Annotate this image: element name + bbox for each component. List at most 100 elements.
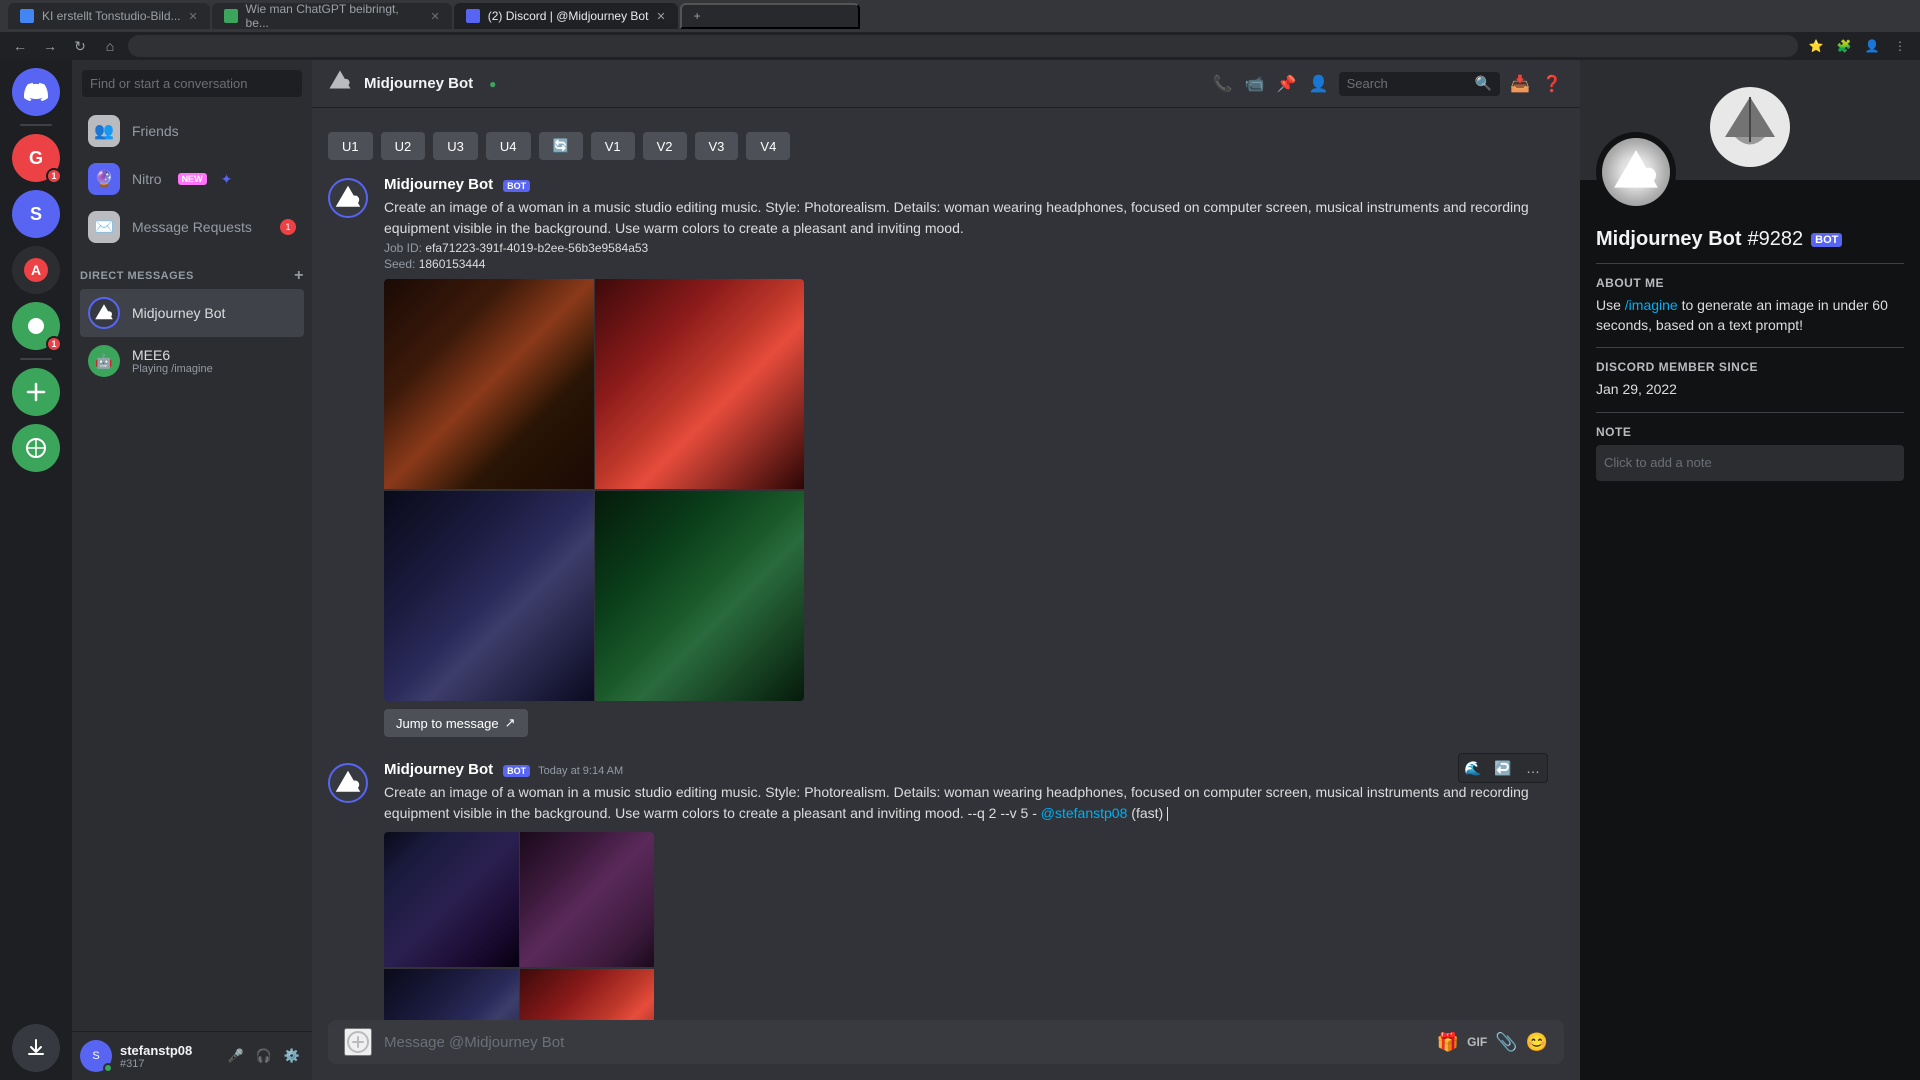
gift-button[interactable]: 🎁 [1437,1032,1459,1053]
add-friend-button[interactable]: 👤 [1307,72,1331,96]
tab-close-1[interactable]: ✕ [189,10,198,23]
download-button[interactable] [12,1024,60,1072]
upscale-u2-button[interactable]: U2 [381,132,426,160]
message-group-2: Midjourney Bot BOT Today at 9:14 AM Crea… [328,757,1564,1020]
search-bar: 🔍 [1339,72,1500,96]
dm-item-mee6[interactable]: 🤖 MEE6 Playing /imagine [80,337,304,385]
forward-button[interactable]: → [38,34,62,58]
server-icon-home[interactable] [12,68,60,116]
friends-label: Friends [132,123,179,139]
server-icon-1[interactable]: G 1 [12,134,60,182]
chat-header: Midjourney Bot ● 📞 📹 📌 👤 🔍 📥 ❓ [312,60,1580,108]
call-button[interactable]: 📞 [1211,72,1235,96]
emoji-button[interactable]: 😊 [1526,1032,1548,1053]
home-button[interactable]: ⌂ [98,34,122,58]
message-text-2: Create an image of a woman in a music st… [384,782,1564,824]
gif-button[interactable]: GIF [1467,1035,1487,1049]
variation-v2-button[interactable]: V2 [643,132,687,160]
extensions-button[interactable]: 🧩 [1832,34,1856,58]
server-badge-4: 1 [46,336,62,352]
pin-button[interactable]: 📌 [1275,72,1299,96]
header-actions: 📞 📹 📌 👤 🔍 📥 ❓ [1211,72,1564,96]
sidebar-item-nitro[interactable]: 🔮 Nitro NEW ✦ [80,155,304,203]
refresh-button[interactable]: 🔄 [539,132,583,160]
self-status-dot [103,1063,113,1073]
settings-button[interactable]: ⚙️ [280,1044,304,1068]
variation-v1-button[interactable]: V1 [591,132,635,160]
profile-discriminator: #9282 [1748,228,1804,251]
about-me-title: ABOUT ME [1596,276,1904,290]
server-separator [20,124,52,126]
add-server-button[interactable] [12,368,60,416]
headphones-button[interactable]: 🎧 [252,1044,276,1068]
help-button[interactable]: ❓ [1540,72,1564,96]
more-actions-button[interactable]: … [1519,754,1547,782]
browser-tab-bar: KI erstellt Tonstudio-Bild... ✕ Wie man … [0,0,1920,32]
tab-close-2[interactable]: ✕ [431,10,440,23]
note-input[interactable] [1596,445,1904,481]
image-cell-2-3 [384,969,519,1020]
variation-v4-button[interactable]: V4 [746,132,790,160]
midjourney-bot-avatar-2 [328,763,368,803]
search-input[interactable] [1347,76,1467,91]
mee6-name: MEE6 [132,347,213,363]
image-cell-2-2 [520,832,654,967]
browser-chrome: KI erstellt Tonstudio-Bild... ✕ Wie man … [0,0,1920,60]
variation-v3-button[interactable]: V3 [695,132,739,160]
jump-to-message-button[interactable]: Jump to message ↗ [384,709,528,737]
midjourney-bot-avatar-1 [328,178,368,218]
self-username: stefanstp08 [120,1043,216,1058]
reload-button[interactable]: ↻ [68,34,92,58]
dm-links-section: 👥 Friends 🔮 Nitro NEW ✦ ✉️ Message Reque… [72,107,312,251]
menu-button[interactable]: ⋮ [1888,34,1912,58]
profile-button[interactable]: 👤 [1860,34,1884,58]
message-text-1: Create an image of a woman in a music st… [384,197,1564,239]
browser-tab-2[interactable]: Wie man ChatGPT beibringt, be... ✕ [212,3,452,29]
bookmark-button[interactable]: ⭐ [1804,34,1828,58]
dm-search-input[interactable] [82,70,302,97]
sticker-button[interactable]: 📎 [1495,1032,1517,1053]
tab-favicon-3 [466,9,480,23]
video-button[interactable]: 📹 [1243,72,1267,96]
back-button[interactable]: ← [8,34,32,58]
jump-to-message-label: Jump to message [396,716,499,731]
self-user-actions: 🎤 🎧 ⚙️ [224,1044,304,1068]
dm-item-midjourney[interactable]: Midjourney Bot [80,289,304,337]
friends-icon: 👥 [88,115,120,147]
new-dm-button[interactable]: + [294,267,304,285]
seed-value: 1860153444 [419,257,486,271]
server-icon-4[interactable]: 1 [12,302,60,350]
server-icon-2[interactable]: S [12,190,60,238]
mee6-status: Playing /imagine [132,363,213,375]
tab-close-3[interactable]: ✕ [656,10,665,23]
sidebar-item-friends[interactable]: 👥 Friends [80,107,304,155]
url-bar[interactable]: discord.com/channels/@me/106344374919731… [128,35,1798,57]
mention-link[interactable]: @stefanstp08 [1041,805,1128,821]
tab-label-2: Wie man ChatGPT beibringt, be... [246,2,423,30]
inbox-button[interactable]: 📥 [1508,72,1532,96]
upscale-u1-button[interactable]: U1 [328,132,373,160]
sidebar-item-message-requests[interactable]: ✉️ Message Requests 1 [80,203,304,251]
mee6-avatar: 🤖 [88,345,120,377]
upscale-u4-button[interactable]: U4 [486,132,531,160]
bot-badge-2: BOT [503,765,530,777]
new-tab-button[interactable]: + [680,3,860,29]
browser-tab-3[interactable]: (2) Discord | @Midjourney Bot ✕ [454,3,678,29]
react-button[interactable]: 🌊 [1459,754,1487,782]
upscale-u3-button[interactable]: U3 [433,132,478,160]
dm-channel-icon [328,69,352,98]
server-icon-3[interactable]: A [12,246,60,294]
explore-servers-button[interactable] [12,424,60,472]
reply-button[interactable]: ↩️ [1489,754,1517,782]
message-input-area: 🎁 GIF 📎 😊 [312,1020,1580,1080]
download-icon-container [12,1024,60,1072]
dm-search-container [72,60,312,107]
imagine-command-link[interactable]: /imagine [1625,297,1678,313]
microphone-button[interactable]: 🎤 [224,1044,248,1068]
attach-button[interactable] [344,1028,372,1056]
image-grid-1 [384,279,804,701]
browser-tab-1[interactable]: KI erstellt Tonstudio-Bild... ✕ [8,3,210,29]
nitro-icon: 🔮 [88,163,120,195]
direct-messages-title: DIRECT MESSAGES [80,270,194,282]
message-input[interactable] [384,1024,1425,1061]
